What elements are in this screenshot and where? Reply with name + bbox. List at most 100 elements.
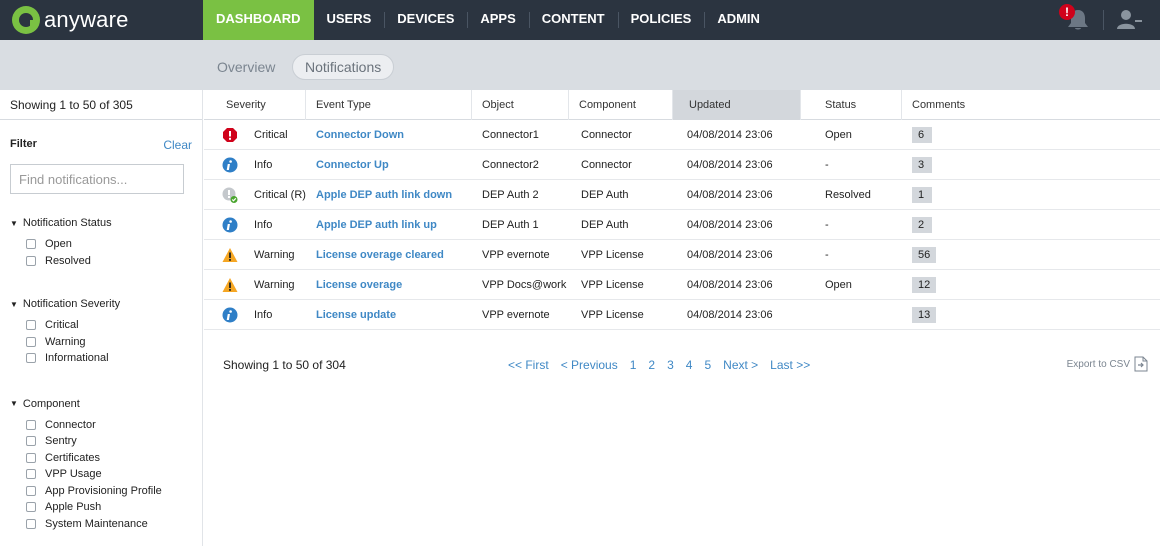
comment-count-badge[interactable]: 2 — [912, 216, 932, 233]
comment-count-badge[interactable]: 1 — [912, 186, 932, 203]
table-row[interactable]: Warning License overage VPP Docs@work VPP L… — [204, 270, 1160, 300]
checkbox[interactable] — [26, 255, 36, 266]
notifications-bell[interactable]: ! — [1059, 0, 1095, 40]
object-cell: Connector1 — [482, 128, 539, 141]
updated-cell: 04/08/2014 23:06 — [687, 278, 773, 291]
sub-nav: Overview Notifications — [0, 40, 1160, 90]
header-severity[interactable]: Severity — [204, 90, 306, 120]
severity-label: Info — [254, 218, 273, 231]
search-input[interactable] — [10, 164, 184, 194]
page-first-link[interactable]: << First — [508, 358, 549, 372]
filter-group-title[interactable]: ▼ Notification Status — [0, 216, 202, 230]
page-next-link[interactable]: Next > — [723, 358, 758, 372]
header-status[interactable]: Status — [801, 90, 902, 120]
comment-count-badge[interactable]: 56 — [912, 246, 937, 263]
filter-option-label: Open — [45, 238, 72, 251]
severity-label: Warning — [254, 248, 295, 261]
event-type-link[interactable]: Connector Down — [316, 129, 404, 141]
nav-dashboard[interactable]: DASHBOARD — [203, 0, 314, 40]
nav-content[interactable]: CONTENT — [528, 0, 618, 40]
filter-option[interactable]: Informational — [0, 350, 202, 367]
filter-option[interactable]: Certificates — [0, 450, 202, 467]
filter-option[interactable]: Critical — [0, 317, 202, 334]
nav-policies[interactable]: POLICIES — [617, 0, 705, 40]
filter-option[interactable]: Connector — [0, 417, 202, 434]
component-cell: DEP Auth — [581, 218, 629, 231]
header-component[interactable]: Component — [569, 90, 673, 120]
checkbox[interactable] — [26, 469, 36, 480]
filter-option[interactable]: Apple Push — [0, 499, 202, 516]
header-object[interactable]: Object — [472, 90, 569, 120]
checkbox[interactable] — [26, 353, 36, 364]
table-row[interactable]: Info License update VPP evernote VPP Licens… — [204, 300, 1160, 330]
nav-admin[interactable]: ADMIN — [704, 0, 773, 40]
export-csv-button[interactable]: Export to CSV — [1067, 356, 1148, 372]
event-type-link[interactable]: Apple DEP auth link up — [316, 219, 437, 231]
page-number-link[interactable]: 2 — [648, 358, 655, 372]
page-number-link[interactable]: 3 — [667, 358, 674, 372]
severity-cell: Critical — [204, 120, 306, 150]
severity-label: Info — [254, 158, 273, 171]
clear-filter-link[interactable]: Clear — [163, 138, 192, 154]
header-event-type[interactable]: Event Type — [306, 90, 472, 120]
table-row[interactable]: Info Connector Up Connector2 Connector 04/08… — [204, 150, 1160, 180]
checkbox[interactable] — [26, 336, 36, 347]
filter-option[interactable]: VPP Usage — [0, 466, 202, 483]
top-bar: anyware DASHBOARD USERS DEVICES APPS CONTENT… — [0, 0, 1160, 40]
table-row[interactable]: Warning License overage cleared VPP everno… — [204, 240, 1160, 270]
table-row[interactable]: Info Apple DEP auth link up DEP Auth 1 DEP … — [204, 210, 1160, 240]
event-type-link[interactable]: Connector Up — [316, 159, 389, 171]
event-type-link[interactable]: License update — [316, 309, 396, 321]
page-last-link[interactable]: Last >> — [770, 358, 810, 372]
tab-overview[interactable]: Overview — [205, 54, 287, 80]
comment-count-badge[interactable]: 6 — [912, 126, 932, 143]
checkbox[interactable] — [26, 502, 36, 513]
checkbox[interactable] — [26, 239, 36, 250]
event-type-cell: License overage cleared — [306, 240, 472, 270]
filter-option-label: App Provisioning Profile — [45, 484, 162, 497]
filter-option[interactable]: App Provisioning Profile — [0, 483, 202, 500]
event-type-link[interactable]: License overage cleared — [316, 249, 444, 261]
nav-users[interactable]: USERS — [314, 0, 385, 40]
checkbox[interactable] — [26, 419, 36, 430]
filter-option[interactable]: Warning — [0, 334, 202, 351]
table-row[interactable]: Critical (R) Apple DEP auth link down DEP … — [204, 180, 1160, 210]
event-type-cell: Apple DEP auth link up — [306, 210, 472, 240]
status-cell: - — [825, 248, 829, 261]
header-updated[interactable]: Updated — [673, 90, 801, 120]
brand-logo[interactable]: anyware — [12, 5, 129, 35]
comment-count-badge[interactable]: 13 — [912, 306, 937, 323]
filter-group-title[interactable]: ▼ Component — [0, 397, 202, 411]
filter-group-label: Notification Status — [22, 217, 112, 229]
checkbox[interactable] — [26, 485, 36, 496]
checkbox[interactable] — [26, 320, 36, 331]
page-number-link[interactable]: 1 — [630, 358, 637, 372]
page-previous-link[interactable]: < Previous — [561, 358, 618, 372]
checkbox[interactable] — [26, 518, 36, 529]
filter-option[interactable]: Open — [0, 236, 202, 253]
nav-apps[interactable]: APPS — [467, 0, 528, 40]
header-comments[interactable]: Comments — [902, 90, 1160, 120]
comment-count-badge[interactable]: 12 — [912, 276, 937, 293]
filter-sidebar: Showing 1 to 50 of 305 Filter Clear ▼ Not… — [0, 90, 203, 546]
filter-option-label: Apple Push — [45, 501, 102, 514]
object-cell: Connector2 — [482, 158, 539, 171]
event-type-link[interactable]: Apple DEP auth link down — [316, 189, 452, 201]
event-type-link[interactable]: License overage — [316, 279, 402, 291]
user-menu-icon[interactable] — [1116, 8, 1142, 32]
comment-count-badge[interactable]: 3 — [912, 156, 932, 173]
status-cell: Resolved — [825, 188, 871, 201]
checkbox[interactable] — [26, 436, 36, 447]
page-number-link[interactable]: 5 — [704, 358, 711, 372]
page-number-link[interactable]: 4 — [686, 358, 693, 372]
filter-option[interactable]: Resolved — [0, 253, 202, 270]
event-type-cell: Connector Up — [306, 150, 472, 180]
table-row[interactable]: Critical Connector Down Connector1 Connecto… — [204, 120, 1160, 150]
filter-group-title[interactable]: ▼ Notification Severity — [0, 297, 202, 311]
tab-notifications[interactable]: Notifications — [292, 54, 395, 80]
filter-option[interactable]: System Maintenance — [0, 516, 202, 533]
filter-option[interactable]: Sentry — [0, 433, 202, 450]
info-icon — [222, 307, 238, 322]
nav-devices[interactable]: DEVICES — [384, 0, 467, 40]
checkbox[interactable] — [26, 452, 36, 463]
